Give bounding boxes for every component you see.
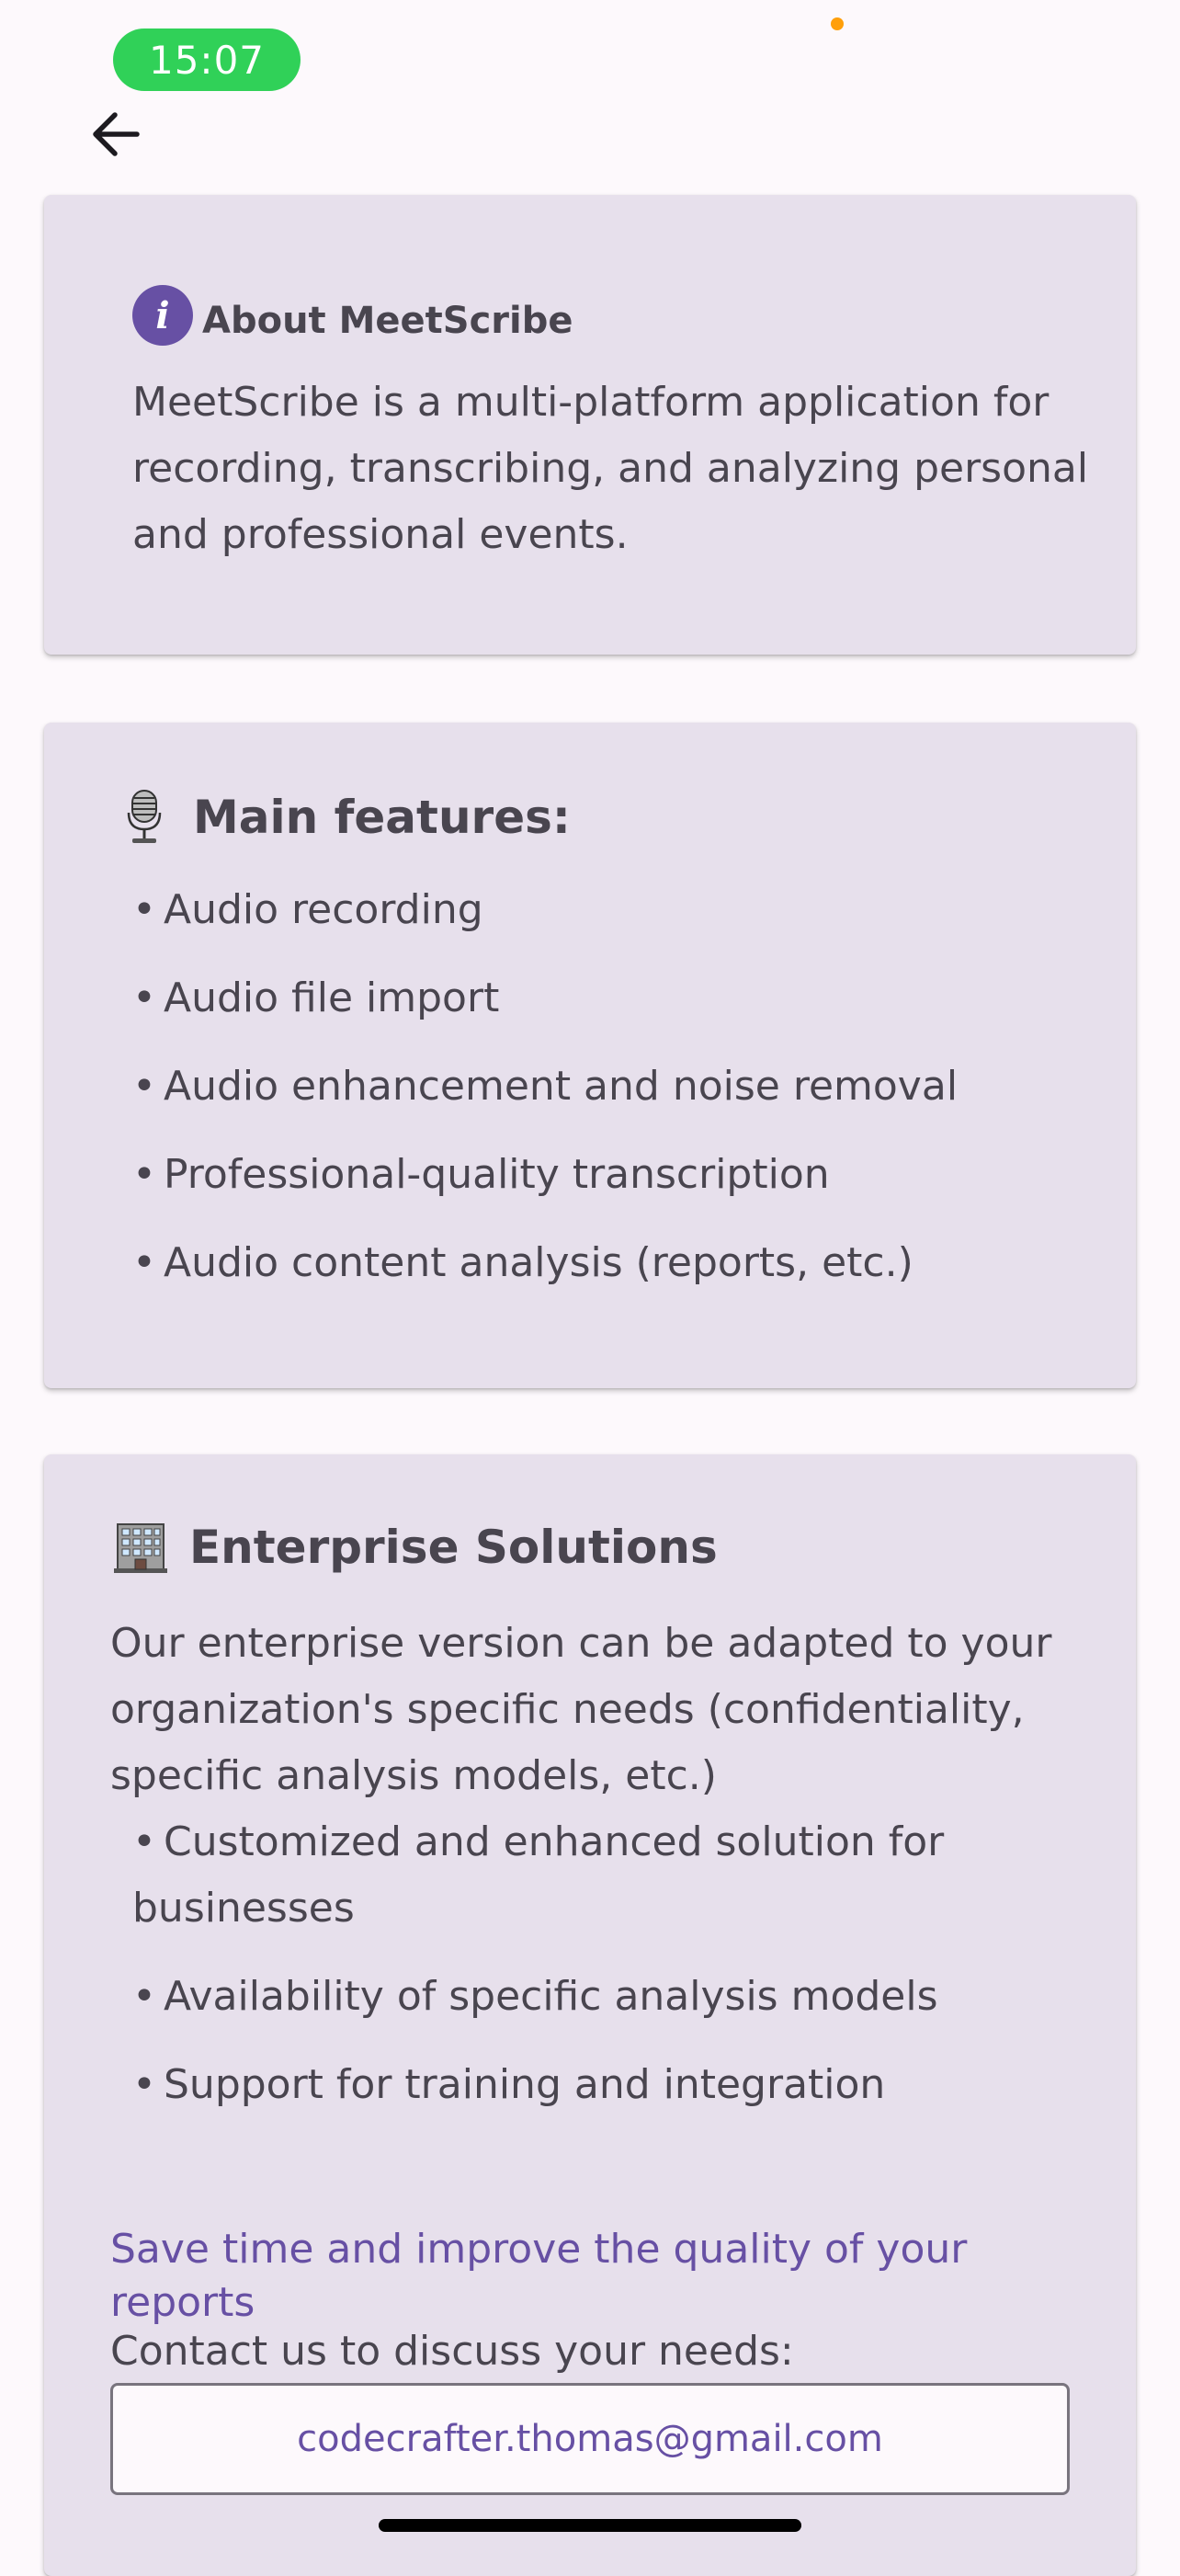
features-list: • Audio recording • Audio file import • Aud… (132, 877, 958, 1318)
list-item: • Professional-quality transcription (132, 1142, 958, 1208)
bullet-dot: • (132, 1239, 156, 1286)
features-title: Main features: (193, 791, 571, 844)
list-item: • Customized and enhanced solution for bu… (132, 1809, 1033, 1942)
arrow-left-icon (91, 111, 141, 161)
feature-label: Audio enhancement and noise removal (164, 1063, 959, 1110)
feature-label: Audio recording (164, 886, 483, 933)
feature-label: Audio file import (164, 975, 500, 1021)
enterprise-heading: Enterprise Solutions (112, 1519, 718, 1576)
privacy-indicator-dot (831, 17, 844, 30)
features-heading: Main features: (116, 789, 571, 846)
save-time-tagline: Save time and improve the quality of you… (110, 2226, 968, 2326)
features-card: Main features: • Audio recording • Audio f… (44, 723, 1136, 1388)
enterprise-intro: Our enterprise version can be adapted to… (110, 1620, 1052, 1799)
list-item: • Audio file import (132, 965, 958, 1032)
feature-label: Professional-quality transcription (164, 1151, 830, 1198)
list-item: • Audio recording (132, 877, 958, 943)
enterprise-card: Enterprise Solutions Our enterprise vers… (44, 1454, 1136, 2576)
bullet-dot: • (132, 975, 156, 1021)
enterprise-item-label: Availability of specific analysis models (164, 1973, 938, 2020)
enterprise-item-label: Customized and enhanced solution for bus… (132, 1818, 945, 1932)
bullet-dot: • (132, 2061, 156, 2108)
list-item: • Availability of specific analysis model… (132, 1964, 1033, 2030)
about-card: i About MeetScribe MeetScribe is a multi… (44, 195, 1136, 655)
email-contact-button[interactable]: codecrafter.thomas@gmail.com (110, 2383, 1070, 2495)
studio-microphone-icon (116, 789, 173, 846)
about-title-row: i About MeetScribe (132, 285, 573, 346)
list-item: • Audio content analysis (reports, etc.) (132, 1230, 958, 1296)
home-indicator[interactable] (379, 2519, 801, 2532)
bullet-dot: • (132, 1151, 156, 1198)
bullet-dot: • (132, 1818, 156, 1865)
enterprise-title: Enterprise Solutions (189, 1521, 718, 1574)
about-description: MeetScribe is a multi-platform applicati… (132, 379, 1089, 558)
about-title: About MeetScribe (202, 300, 573, 342)
status-bar: 15:07 (0, 0, 1180, 101)
info-icon: i (132, 285, 193, 346)
enterprise-list: • Customized and enhanced solution for bu… (132, 1809, 1033, 2140)
list-item: • Support for training and integration (132, 2052, 1033, 2118)
contact-label: Contact us to discuss your needs: (110, 2328, 794, 2375)
list-item: • Audio enhancement and noise removal (132, 1054, 958, 1120)
feature-label: Audio content analysis (reports, etc.) (164, 1239, 913, 1286)
status-time: 15:07 (113, 28, 301, 91)
bullet-dot: • (132, 1063, 156, 1110)
back-button[interactable] (81, 101, 151, 171)
enterprise-item-label: Support for training and integration (164, 2061, 886, 2108)
bullet-dot: • (132, 886, 156, 933)
office-building-icon (112, 1519, 169, 1576)
bullet-dot: • (132, 1973, 156, 2020)
